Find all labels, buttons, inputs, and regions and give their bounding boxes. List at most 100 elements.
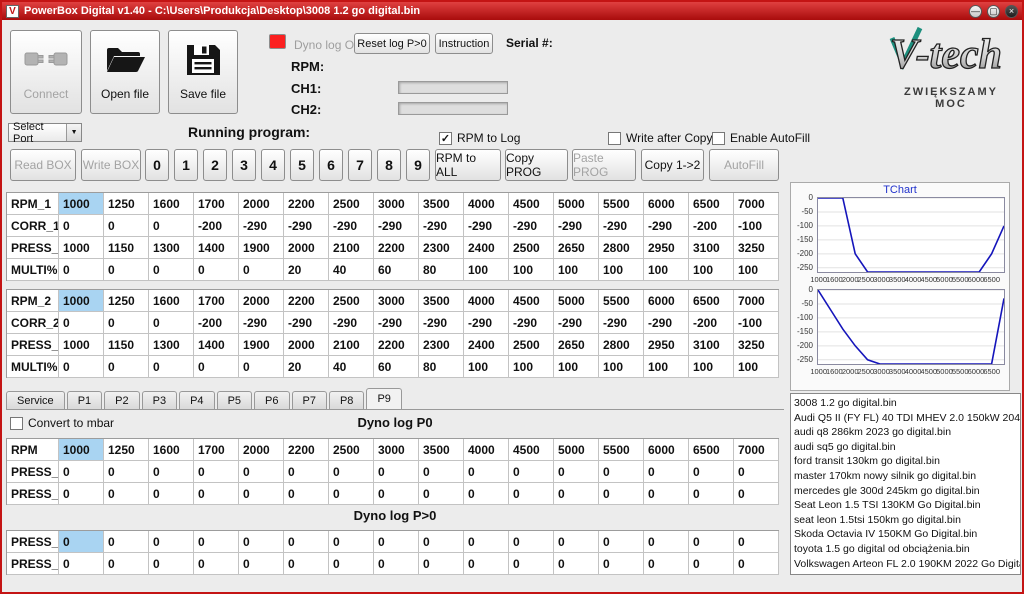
cell-PRESS_1-12[interactable]: 0 [599,531,644,553]
cell-PRESS_2-15[interactable]: 0 [734,483,779,505]
cell-PRESS_1-5[interactable]: 0 [284,461,329,483]
cell-MULTI%-7[interactable]: 60 [374,259,419,281]
cell-MULTI%-0[interactable]: 0 [59,356,104,378]
digit-button-6[interactable]: 6 [319,149,343,181]
cell-RPM_1-1[interactable]: 1250 [104,193,149,215]
cell-PRESS_2-12[interactable]: 2800 [599,334,644,356]
cell-PRESS_1-0[interactable]: 0 [59,461,104,483]
cell-PRESS_2-0[interactable]: 1000 [59,334,104,356]
tab-p5[interactable]: P5 [217,391,252,409]
cell-PRESS_1-4[interactable]: 0 [239,531,284,553]
cell-PRESS_1-4[interactable]: 0 [239,461,284,483]
cell-PRESS_2-15[interactable]: 3250 [734,334,779,356]
cell-PRESS_2-8[interactable]: 0 [419,553,464,575]
cell-PRESS_1-13[interactable]: 0 [644,531,689,553]
cell-PRESS_2-3[interactable]: 0 [194,553,239,575]
cell-RPM_2-4[interactable]: 2000 [239,290,284,312]
cell-PRESS_1-1[interactable]: 0 [104,531,149,553]
cell-PRESS_1-8[interactable]: 0 [419,531,464,553]
cell-PRESS_1-9[interactable]: 0 [464,461,509,483]
cell-RPM_1-9[interactable]: 4000 [464,193,509,215]
cell-CORR_1-2[interactable]: 0 [149,215,194,237]
cell-MULTI%-3[interactable]: 0 [194,356,239,378]
cell-CORR_1-4[interactable]: -290 [239,215,284,237]
cell-RPM_1-5[interactable]: 2200 [284,193,329,215]
cell-CORR_1-11[interactable]: -290 [554,215,599,237]
cell-PRESS_2-5[interactable]: 0 [284,553,329,575]
cell-MULTI%-4[interactable]: 0 [239,356,284,378]
cell-PRESS_2-15[interactable]: 0 [734,553,779,575]
titlebar[interactable]: V PowerBox Digital v1.40 - C:\Users\Prod… [2,2,1022,20]
cell-PRESS_1-5[interactable]: 0 [284,531,329,553]
cell-PRESS_2-11[interactable]: 0 [554,553,599,575]
cell-RPM-15[interactable]: 7000 [734,439,779,461]
cell-PRESS_2-0[interactable]: 0 [59,553,104,575]
select-port-dropdown[interactable]: Select Port ▼ [8,123,82,142]
cell-PRESS_2-13[interactable]: 0 [644,553,689,575]
cell-RPM_2-14[interactable]: 6500 [689,290,734,312]
file-item[interactable]: Seat Leon 1.5 TSI 130KM Go Digital.bin [794,498,1017,513]
cell-PRESS_1-14[interactable]: 0 [689,461,734,483]
cell-RPM_1-2[interactable]: 1600 [149,193,194,215]
cell-CORR_2-6[interactable]: -290 [329,312,374,334]
cell-CORR_1-12[interactable]: -290 [599,215,644,237]
cell-PRESS_2-9[interactable]: 0 [464,553,509,575]
cell-MULTI%-15[interactable]: 100 [734,259,779,281]
cell-CORR_1-1[interactable]: 0 [104,215,149,237]
cell-RPM-11[interactable]: 5000 [554,439,599,461]
cell-RPM-0[interactable]: 1000 [59,439,104,461]
cell-RPM_2-10[interactable]: 4500 [509,290,554,312]
cell-PRESS_1-1[interactable]: 1150 [104,237,149,259]
tab-p7[interactable]: P7 [292,391,327,409]
cell-MULTI%-3[interactable]: 0 [194,259,239,281]
cell-PRESS_2-14[interactable]: 0 [689,553,734,575]
cell-PRESS_1-1[interactable]: 0 [104,461,149,483]
enable-autofill-checkbox[interactable]: Enable AutoFill [712,131,810,145]
open-file-button[interactable]: Open file [90,30,160,114]
cell-PRESS_1-14[interactable]: 3100 [689,237,734,259]
digit-button-7[interactable]: 7 [348,149,372,181]
cell-PRESS_1-15[interactable]: 0 [734,531,779,553]
cell-PRESS_1-11[interactable]: 0 [554,461,599,483]
cell-RPM-12[interactable]: 5500 [599,439,644,461]
cell-PRESS_1-10[interactable]: 0 [509,461,554,483]
cell-CORR_2-13[interactable]: -290 [644,312,689,334]
cell-PRESS_1-3[interactable]: 0 [194,531,239,553]
cell-PRESS_1-9[interactable]: 0 [464,531,509,553]
cell-RPM_2-7[interactable]: 3000 [374,290,419,312]
cell-PRESS_2-6[interactable]: 2100 [329,334,374,356]
cell-PRESS_1-15[interactable]: 3250 [734,237,779,259]
cell-RPM_1-4[interactable]: 2000 [239,193,284,215]
cell-PRESS_2-6[interactable]: 0 [329,483,374,505]
cell-PRESS_2-2[interactable]: 0 [149,483,194,505]
tab-service[interactable]: Service [6,391,65,409]
cell-CORR_1-8[interactable]: -290 [419,215,464,237]
cell-PRESS_1-6[interactable]: 2100 [329,237,374,259]
cell-RPM-13[interactable]: 6000 [644,439,689,461]
cell-CORR_2-11[interactable]: -290 [554,312,599,334]
cell-PRESS_2-14[interactable]: 3100 [689,334,734,356]
cell-PRESS_1-9[interactable]: 2400 [464,237,509,259]
file-item[interactable]: mercedes gle 300d 245km go digital.bin [794,484,1017,499]
cell-PRESS_1-7[interactable]: 2200 [374,237,419,259]
file-item[interactable]: Skoda Octavia IV 150KM Go Digital.bin [794,527,1017,542]
connect-button[interactable]: Connect [10,30,82,114]
read-box-button[interactable]: Read BOX [10,149,76,181]
file-item[interactable]: 3008 1.2 go digital.bin [794,396,1017,411]
cell-PRESS_1-12[interactable]: 0 [599,461,644,483]
maximize-button[interactable]: ▢ [987,5,1000,18]
file-item[interactable]: seat leon 1.5tsi 150km go digital.bin [794,513,1017,528]
cell-PRESS_1-7[interactable]: 0 [374,461,419,483]
tab-p9[interactable]: P9 [366,388,401,409]
file-item[interactable]: Audi Q5 II (FY FL) 40 TDI MHEV 2.0 150kW… [794,411,1017,426]
cell-PRESS_2-8[interactable]: 2300 [419,334,464,356]
cell-RPM-14[interactable]: 6500 [689,439,734,461]
cell-PRESS_1-13[interactable]: 2950 [644,237,689,259]
cell-MULTI%-8[interactable]: 80 [419,259,464,281]
cell-MULTI%-12[interactable]: 100 [599,356,644,378]
copy-1-to-2-button[interactable]: Copy 1->2 [641,149,704,181]
cell-MULTI%-1[interactable]: 0 [104,259,149,281]
cell-MULTI%-1[interactable]: 0 [104,356,149,378]
cell-MULTI%-6[interactable]: 40 [329,356,374,378]
cell-PRESS_2-0[interactable]: 0 [59,483,104,505]
